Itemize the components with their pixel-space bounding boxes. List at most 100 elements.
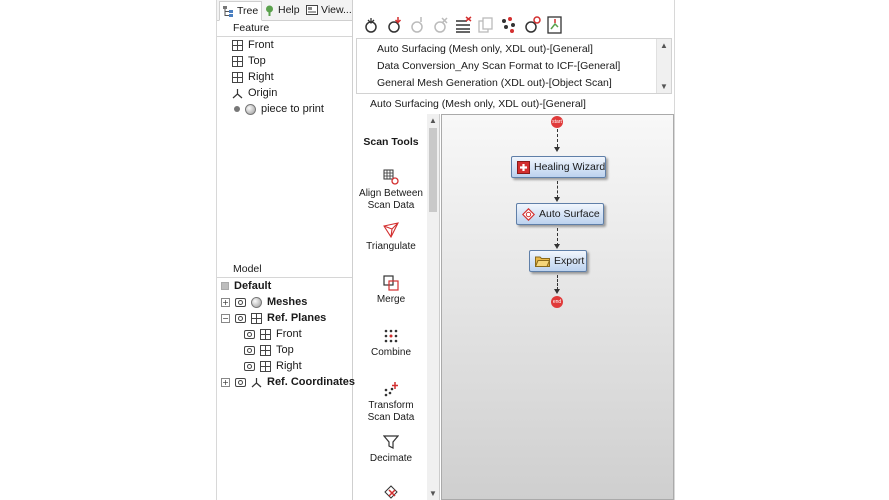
tab-view-label: View... xyxy=(321,4,352,16)
arrow-head-icon xyxy=(554,289,560,294)
model-default[interactable]: Default xyxy=(221,278,271,294)
flow-start-node[interactable]: start xyxy=(551,116,563,128)
tab-help-label: Help xyxy=(278,4,300,16)
visibility-icon[interactable] xyxy=(235,377,246,387)
flow-connector xyxy=(557,129,558,147)
model-section-title: Model xyxy=(233,263,262,275)
feature-item-label: piece to print xyxy=(261,103,324,115)
tool-combine[interactable]: Combine xyxy=(356,328,426,359)
scroll-down-icon[interactable]: ▼ xyxy=(429,489,437,498)
scroll-down-icon[interactable]: ▼ xyxy=(660,82,668,91)
feature-item-front[interactable]: Front xyxy=(232,37,274,53)
decimate-icon xyxy=(382,434,400,450)
scan-tools-panel: Scan Tools Align Between Scan Data Trian… xyxy=(356,114,440,500)
tab-tree-label: Tree xyxy=(237,5,259,17)
flow-connector xyxy=(557,275,558,290)
model-item-label: Ref. Planes xyxy=(267,312,327,324)
plane-icon xyxy=(232,55,243,67)
job-list-item[interactable]: General Mesh Generation (XDL out)-[Objec… xyxy=(377,75,612,91)
left-panel: Tree Help View... Feature Front Top Righ… xyxy=(217,0,355,500)
application-window: Tree Help View... Feature Front Top Righ… xyxy=(216,0,675,500)
scroll-up-icon[interactable]: ▲ xyxy=(429,116,437,125)
expand-icon[interactable]: + xyxy=(221,297,230,307)
model-item-front[interactable]: Front xyxy=(244,326,302,342)
healing-icon xyxy=(517,160,530,174)
feature-item-piece-to-print[interactable]: piece to print xyxy=(234,101,324,117)
job-list-scrollbar[interactable]: ▲ ▼ xyxy=(656,39,671,93)
feature-item-top[interactable]: Top xyxy=(232,53,266,69)
scroll-up-icon[interactable]: ▲ xyxy=(660,41,668,50)
model-item-meshes[interactable]: + Meshes xyxy=(221,294,307,310)
collapse-icon[interactable]: − xyxy=(221,313,230,323)
tree-icon xyxy=(223,5,234,17)
tool-label: Merge xyxy=(376,294,406,305)
flow-end-node[interactable]: end xyxy=(551,296,563,308)
visibility-icon[interactable] xyxy=(244,329,255,339)
model-item-ref-planes[interactable]: − Ref. Planes xyxy=(221,310,326,326)
model-item-label: Top xyxy=(276,344,294,356)
new-job-icon[interactable] xyxy=(362,16,380,34)
help-icon xyxy=(264,5,275,16)
scan-tools-title: Scan Tools xyxy=(363,136,419,148)
import-job-icon[interactable] xyxy=(385,16,403,34)
tool-more[interactable] xyxy=(356,484,426,500)
job-list-item[interactable]: Auto Surfacing (Mesh only, XDL out)-[Gen… xyxy=(377,41,593,57)
tool-triangulate[interactable]: Triangulate xyxy=(356,222,426,253)
model-item-right[interactable]: Right xyxy=(244,358,302,374)
model-item-ref-coordinates[interactable]: + Ref. Coordinates xyxy=(221,374,355,390)
tool-label: Transform Scan Data xyxy=(367,400,415,423)
visibility-icon[interactable] xyxy=(235,313,246,323)
status-dot-icon xyxy=(234,106,240,112)
flow-node-label: Healing Wizard xyxy=(534,161,606,173)
plane-icon xyxy=(232,39,243,51)
origin-axes-icon xyxy=(232,88,243,99)
tab-view[interactable]: View... xyxy=(303,1,355,19)
export-icon[interactable] xyxy=(546,16,564,34)
arrow-head-icon xyxy=(554,147,560,152)
job-list-item[interactable]: Data Conversion_Any Scan Format to ICF-[… xyxy=(377,58,620,74)
auto-surface-icon xyxy=(522,207,535,221)
tool-transform-scan-data[interactable]: Transform Scan Data xyxy=(356,381,426,424)
tool-align-between-scan-data[interactable]: Align Between Scan Data xyxy=(356,169,426,212)
workflow-canvas[interactable]: start Healing Wizard Auto Surface Export xyxy=(441,114,674,500)
plane-icon xyxy=(260,328,271,340)
merge-icon xyxy=(383,275,399,291)
selected-job-label: Auto Surfacing (Mesh only, XDL out)-[Gen… xyxy=(370,98,586,110)
arrow-head-icon xyxy=(554,244,560,249)
stop-icon[interactable] xyxy=(431,16,449,34)
visibility-icon[interactable] xyxy=(244,345,255,355)
tab-help[interactable]: Help xyxy=(261,1,303,19)
view-icon xyxy=(306,5,318,15)
visibility-icon[interactable] xyxy=(235,297,246,307)
checkbox-icon xyxy=(221,282,229,290)
flow-node-auto-surface[interactable]: Auto Surface xyxy=(516,203,604,225)
delete-list-icon[interactable] xyxy=(454,16,472,34)
flow-node-export[interactable]: Export xyxy=(529,250,587,272)
arrow-head-icon xyxy=(554,197,560,202)
model-item-top[interactable]: Top xyxy=(244,342,294,358)
tool-label: Triangulate xyxy=(366,241,416,252)
model-item-label: Front xyxy=(276,328,302,340)
settings-icon[interactable] xyxy=(523,16,541,34)
feature-item-label: Origin xyxy=(248,87,278,99)
scrollbar-thumb[interactable] xyxy=(429,128,437,212)
scan-tools-scrollbar[interactable]: ▲ ▼ xyxy=(427,114,439,500)
align-icon xyxy=(383,169,399,185)
plane-icon xyxy=(260,344,271,356)
visibility-icon[interactable] xyxy=(244,361,255,371)
panel-tabs: Tree Help View... xyxy=(217,0,352,21)
copy-icon[interactable] xyxy=(477,16,495,34)
tool-merge[interactable]: Merge xyxy=(356,275,426,306)
flow-node-healing-wizard[interactable]: Healing Wizard xyxy=(511,156,606,178)
flow-node-label: Export xyxy=(554,255,585,267)
model-item-label: Meshes xyxy=(267,296,308,308)
run-icon[interactable] xyxy=(408,16,426,34)
feature-item-origin[interactable]: Origin xyxy=(232,85,277,101)
cloud-points-icon[interactable] xyxy=(500,16,518,34)
feature-item-right[interactable]: Right xyxy=(232,69,274,85)
tab-tree[interactable]: Tree xyxy=(219,1,263,21)
expand-icon[interactable]: + xyxy=(221,377,230,387)
feature-section-title: Feature xyxy=(233,22,270,34)
tool-decimate[interactable]: Decimate xyxy=(356,434,426,465)
feature-item-label: Top xyxy=(248,55,266,67)
